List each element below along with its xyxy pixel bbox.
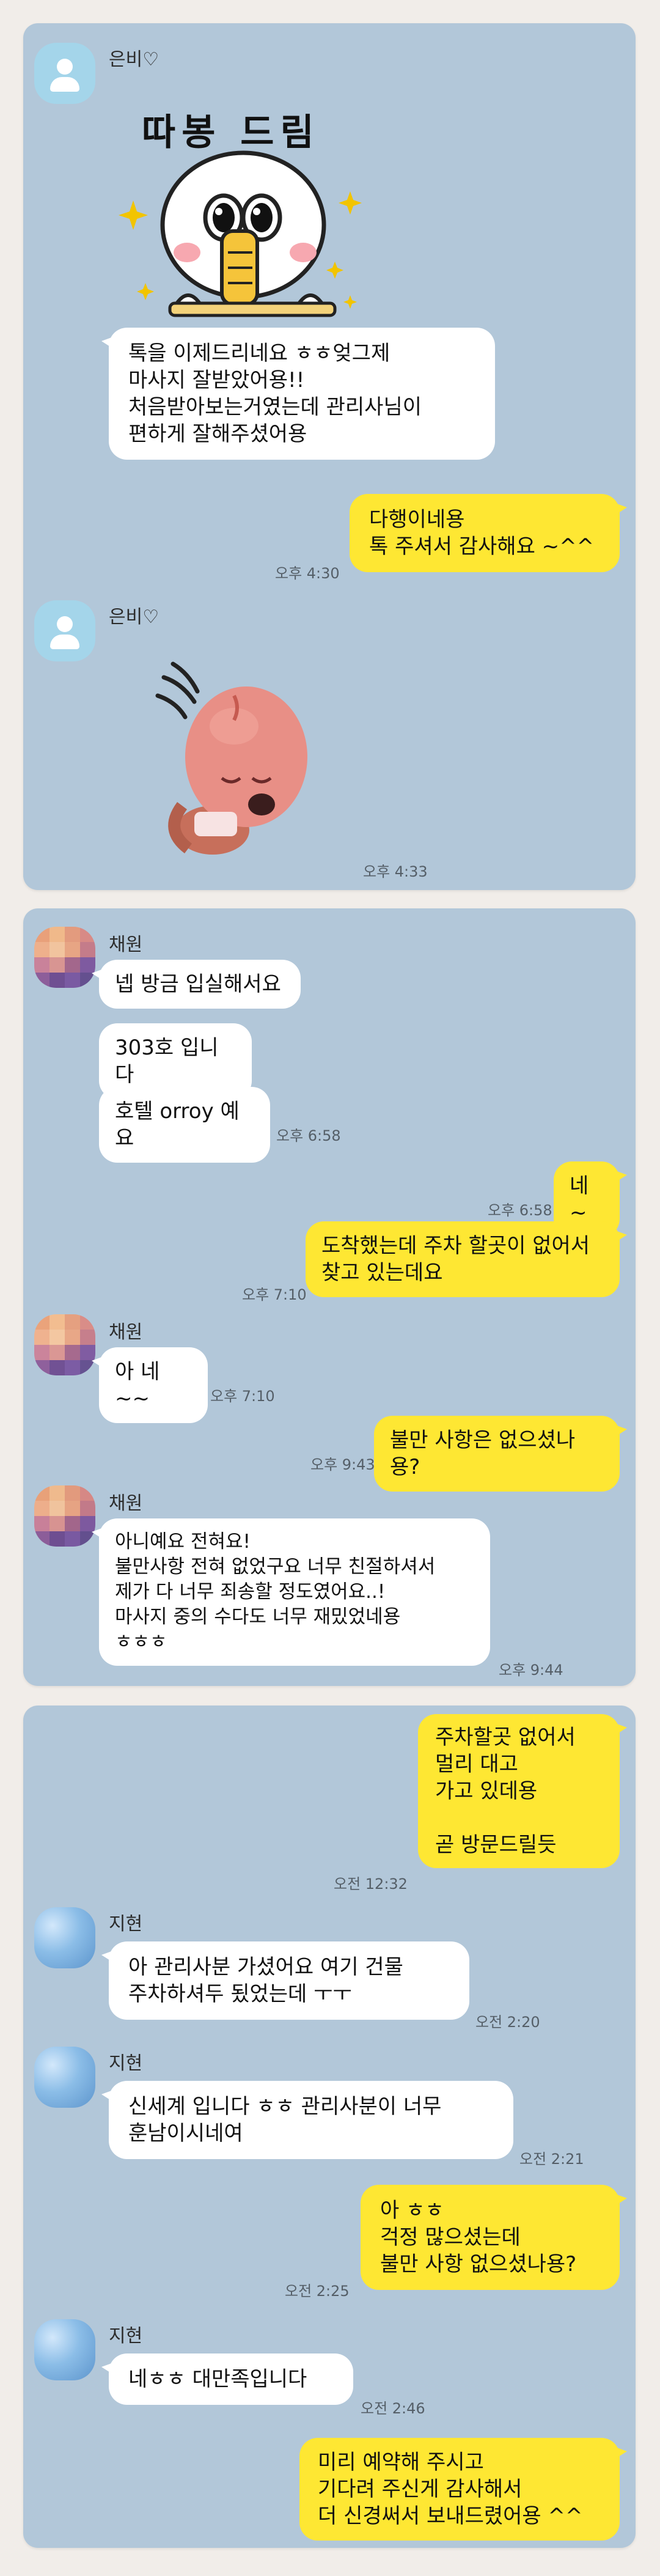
incoming-message[interactable]: 아니예요 전혀요! 불만사항 전혀 없었구요 너무 친절하셔서 제가 다 너무 … [92, 1518, 490, 1666]
message-time: 오후 4:30 [275, 565, 340, 582]
message-time: 오후 6:58 [488, 1202, 552, 1219]
blurred-profile-avatar[interactable] [34, 1485, 95, 1547]
message-time: 오전 12:32 [334, 1875, 408, 1893]
outgoing-message[interactable]: 불만 사항은 없으셨나용? [374, 1416, 627, 1492]
chat-screenshot-3: 주차할곳 없어서 멀리 대고 가고 있데용 곧 방문드릴듯 오전 12:32 지… [23, 1706, 636, 2548]
default-profile-avatar[interactable] [34, 43, 95, 104]
sleepy-character-graphic [155, 661, 307, 855]
message-time: 오후 7:10 [242, 1286, 307, 1303]
message-time: 오후 7:10 [210, 1388, 275, 1405]
outgoing-message[interactable]: 아 ㅎㅎ 걱정 많으셨는데 불만 사항 없으셨나용? [361, 2185, 627, 2290]
outgoing-message[interactable]: 미리 예약해 주시고 기다려 주신게 감사해서 더 신경써서 보내드렸어용 ^^ [299, 2438, 627, 2541]
incoming-message[interactable]: 호텔 orroy 예요 [99, 1087, 270, 1163]
outgoing-message[interactable]: 도착했는데 주차 할곳이 없어서 찾고 있는데요 [306, 1221, 627, 1297]
incoming-message[interactable]: 톡을 이제드리네요 ㅎㅎ엊그제 마사지 잘받았어용!! 처음받아보는거였는데 관… [101, 328, 495, 460]
message-time: 오전 2:20 [475, 2014, 540, 2031]
default-profile-avatar[interactable] [34, 600, 95, 661]
outgoing-message[interactable]: 다행이네용 톡 주셔서 감사해요 ~^^ [350, 494, 627, 572]
sender-name: 지현 [109, 2053, 143, 2074]
sender-name: 지현 [109, 1913, 143, 1935]
cartoon-character-graphic [119, 150, 362, 317]
blurred-profile-avatar[interactable] [34, 1907, 95, 1968]
incoming-message[interactable]: 신세계 입니다 ㅎㅎ 관리사분이 너무 훈남이시네여 [101, 2081, 513, 2159]
incoming-message[interactable]: 아 네~~ [92, 1347, 208, 1423]
incoming-message[interactable]: 아 관리사분 가셨어요 여기 건물 주차하셔두 됬었는데 ㅜㅜ [101, 1941, 469, 2020]
message-time: 오전 2:21 [519, 2151, 584, 2168]
chat-screenshot-1: 은비♡ 따봉 드림 톡을 이제드리네요 ㅎㅎ엊그제 마사지 잘받았어용!! 처음… [23, 23, 636, 890]
blurred-profile-avatar[interactable] [34, 927, 95, 988]
message-time: 오후 9:43 [310, 1456, 375, 1473]
chat-screenshot-2: 채원 넵 방금 입실해서요 303호 입니다 호텔 orroy 예요 오후 6:… [23, 908, 636, 1686]
sender-name: 지현 [109, 2325, 143, 2347]
message-time: 오전 2:25 [285, 2283, 350, 2300]
incoming-message[interactable]: 넵 방금 입실해서요 [92, 960, 301, 1009]
sender-name: 채원 [109, 1493, 143, 1514]
message-time: 오전 2:46 [361, 2400, 425, 2417]
sender-name: 은비♡ [109, 606, 160, 628]
message-time: 오후 6:58 [276, 1127, 341, 1144]
sender-name: 채원 [109, 934, 143, 955]
sender-name: 은비♡ [109, 49, 160, 70]
character-sticker [139, 659, 323, 855]
incoming-message[interactable]: 네ㅎㅎ 대만족입니다 [101, 2353, 353, 2405]
outgoing-message[interactable]: 주차할곳 없어서 멀리 대고 가고 있데용 곧 방문드릴듯 [418, 1714, 627, 1868]
message-time: 오후 9:44 [499, 1662, 563, 1679]
blurred-profile-avatar[interactable] [34, 2047, 95, 2108]
message-time: 오후 4:33 [363, 863, 428, 880]
blurred-profile-avatar[interactable] [34, 1314, 95, 1375]
sender-name: 채원 [109, 1322, 143, 1343]
thumbs-up-sticker: 따봉 드림 [109, 78, 396, 341]
blurred-profile-avatar[interactable] [34, 2319, 95, 2380]
